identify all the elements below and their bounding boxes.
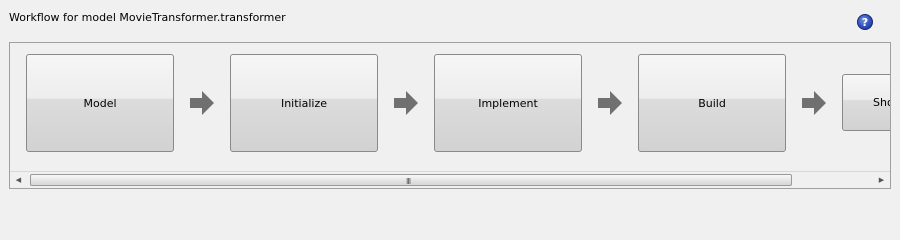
scrollbar-grip: III	[406, 177, 411, 186]
arrow-right-icon	[190, 91, 214, 115]
arrow-right-icon	[394, 91, 418, 115]
step-build-button[interactable]: Build	[638, 54, 786, 152]
horizontal-scrollbar[interactable]: ◀ III ▶	[10, 171, 890, 188]
scroll-left-icon[interactable]: ◀	[10, 172, 27, 188]
step-implement-button[interactable]: Implement	[434, 54, 582, 152]
workflow-panel: Model Initialize Implement Build Sho ◀ I…	[9, 42, 891, 189]
step-show-button[interactable]: Sho	[842, 74, 890, 131]
workflow-title: Workflow for model MovieTransformer.tran…	[9, 11, 286, 24]
scrollbar-thumb[interactable]: III	[30, 174, 792, 186]
step-initialize-button[interactable]: Initialize	[230, 54, 378, 152]
arrow-right-icon	[598, 91, 622, 115]
arrow-right-icon	[802, 91, 826, 115]
scroll-right-icon[interactable]: ▶	[873, 172, 890, 188]
step-model-button[interactable]: Model	[26, 54, 174, 152]
help-icon[interactable]: ?	[857, 14, 873, 30]
